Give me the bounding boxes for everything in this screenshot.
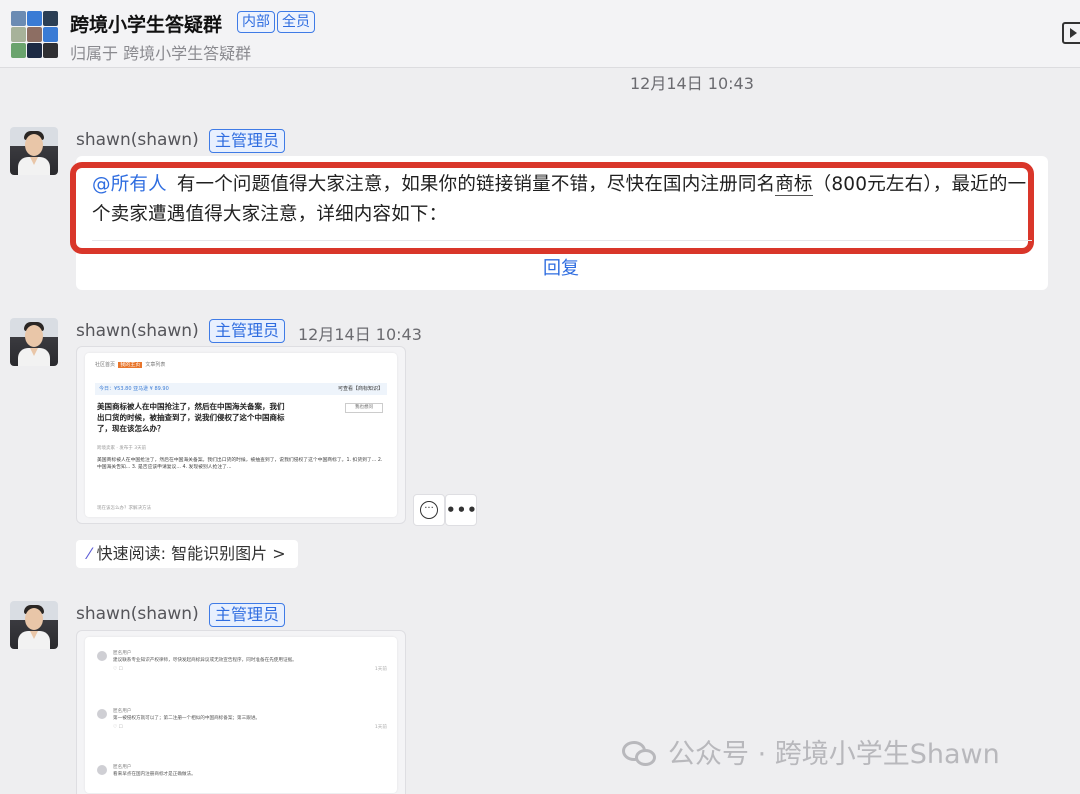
doc-bar-right: 可查看【商标知识】 (338, 383, 387, 395)
comment-date: 1天前 (375, 725, 387, 732)
role-badge: 主管理员 (209, 319, 285, 343)
quick-read-label: 快速阅读: 智能识别图片 > (97, 544, 286, 563)
commenter-avatar (97, 765, 107, 775)
image-attachment[interactable]: 社区首页 我的主页 文章列表 可查看【商标知识】 今日：¥53.80 亚马逊 ¥ … (76, 346, 406, 524)
magic-wand-icon: ⁄ (88, 544, 91, 563)
group-name[interactable]: 跨境小学生答疑群 (70, 10, 222, 37)
more-button[interactable]: ••• (445, 494, 477, 526)
chat-header: 跨境小学生答疑群 内部 全员 归属于 跨境小学生答疑群 (0, 0, 1080, 68)
comment-button[interactable]: ··· (413, 494, 445, 526)
role-badge: 主管理员 (209, 129, 285, 153)
video-icon[interactable] (1062, 22, 1080, 44)
comment-item: 匿名用户第一被侵权方就可以了；第二注册一个相似的中国商标备案；第三跟进。 ♡ ☐… (97, 709, 387, 732)
message-time: 12月14日 10:43 (298, 321, 422, 345)
comment-item: 匿名用户建议联系专业知识产权律师，尽快发起商标异议或无效宣告程序，同时准备在先使… (97, 651, 387, 674)
comment-actions: ♡ ☐ 1天前 (113, 725, 387, 732)
doc-tab: 文章列表 (145, 362, 165, 368)
comment-actions: ♡ ☐ 1天前 (113, 667, 387, 674)
comment-date: 1天前 (375, 667, 387, 674)
doc-title: 美国商标被人在中国抢注了，然后在中国海关备案，我们出口货的时候，被抽查到了，说我… (97, 401, 287, 434)
sender-name[interactable]: shawn(shawn) (76, 130, 199, 150)
group-subtitle: 归属于 跨境小学生答疑群 (70, 40, 251, 64)
sender-name[interactable]: shawn(shawn) (76, 604, 199, 624)
timestamp: 12月14日 10:43 (630, 70, 754, 94)
doc-tab: 我的主页 (118, 362, 142, 368)
avatar[interactable] (10, 601, 58, 649)
screenshot-document: 社区首页 我的主页 文章列表 可查看【商标知识】 今日：¥53.80 亚马逊 ¥ … (85, 353, 397, 517)
avatar[interactable] (10, 318, 58, 366)
comment-text: 建议联系专业知识产权律师，尽快发起商标异议或无效宣告程序，同时准备在先使用证据。 (113, 658, 387, 665)
tag-all-members: 全员 (277, 11, 315, 33)
quick-read-button[interactable]: ⁄ 快速阅读: 智能识别图片 > (76, 540, 298, 568)
watermark: 公众号 · 跨境小学生Shawn (622, 732, 1000, 771)
commenter-avatar (97, 709, 107, 719)
commenter-avatar (97, 651, 107, 661)
screenshot-comments: 匿名用户建议联系专业知识产权律师，尽快发起商标异议或无效宣告程序，同时准备在先使… (85, 637, 397, 793)
doc-body: 美国商标被人在中国抢注了，然后在中国海关备案。我们出口货的时候，被抽查到了，说我… (97, 457, 387, 471)
doc-bar-text: 今日：¥53.80 亚马逊 ¥ 89.90 (99, 386, 169, 392)
role-badge: 主管理员 (209, 603, 285, 627)
wechat-icon (622, 739, 658, 767)
reply-button[interactable]: 回复 (543, 254, 579, 280)
more-icon: ••• (446, 501, 478, 519)
divider (92, 240, 1032, 241)
image-attachment[interactable]: 匿名用户建议联系专业知识产权律师，尽快发起商标异议或无效宣告程序，同时准备在先使… (76, 630, 406, 794)
comment-text: 第一被侵权方就可以了；第二注册一个相似的中国商标备案；第三跟进。 (113, 716, 387, 723)
watermark-text: 公众号 · 跨境小学生Shawn (668, 739, 1000, 770)
comment-icon: ··· (420, 501, 438, 519)
doc-tabs: 社区首页 我的主页 文章列表 (95, 361, 165, 368)
comment-text: 看来早点在国内注册商标才是正确做法。 (113, 772, 387, 779)
doc-button: 我也想问 (345, 403, 383, 413)
doc-bar: 可查看【商标知识】 今日：¥53.80 亚马逊 ¥ 89.90 (95, 383, 387, 395)
group-avatar[interactable] (10, 10, 58, 58)
doc-footer: 现在该怎么办？求解决方法 (97, 505, 151, 511)
comment-item: 匿名用户看来早点在国内注册商标才是正确做法。 (97, 765, 387, 778)
avatar[interactable] (10, 127, 58, 175)
sender-name[interactable]: shawn(shawn) (76, 321, 199, 341)
doc-tab: 社区首页 (95, 362, 115, 368)
tag-internal: 内部 (237, 11, 275, 33)
doc-meta: 跨境卖家 · 发布于 3天前 (97, 445, 146, 451)
